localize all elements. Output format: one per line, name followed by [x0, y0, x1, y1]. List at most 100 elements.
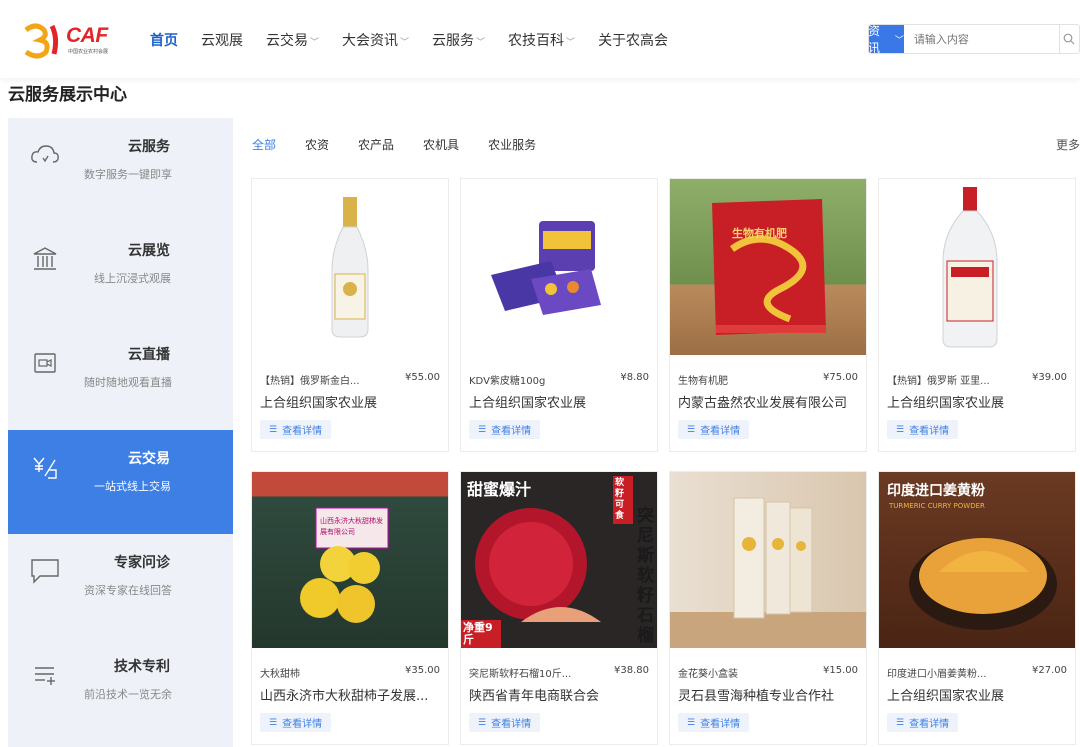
nav-item-home[interactable]: 首页	[150, 30, 178, 50]
list-add-icon	[28, 658, 62, 692]
sidebar-item-cloud-trade[interactable]: 云交易 一站式线上交易	[8, 430, 233, 534]
sidebar-item-title: 技术专利	[114, 659, 170, 675]
product-card[interactable]: 【热销】俄罗斯金白... ¥55.00 上合组织国家农业展 ☰ 查看详情	[251, 178, 449, 452]
product-price: ¥15.00	[823, 665, 858, 676]
product-image-title: 印度进口姜黄粉	[887, 483, 985, 499]
page-title: 云服务展示中心	[8, 85, 127, 105]
product-company: 山西永济市大秋甜柿子发展...	[260, 689, 429, 704]
product-image-text: 山西永济大秋甜柿发展有限公司	[320, 517, 383, 536]
site-header: CAF 中国农业农村会展 首页 云观展 云交易 ﹀ 大会资讯 ﹀ 云服务 ﹀ 农技百科…	[0, 0, 1080, 78]
more-link[interactable]: 更多	[1056, 136, 1080, 153]
search-category-select[interactable]: 资讯 ﹀	[869, 25, 904, 53]
list-icon: ☰	[269, 717, 278, 728]
view-details-button[interactable]: ☰ 查看详情	[260, 420, 332, 439]
search-box: 资讯 ﹀	[868, 24, 1080, 54]
museum-icon	[28, 242, 62, 276]
sidebar-item-cloud-service[interactable]: 云服务 数字服务一键即享	[8, 118, 233, 222]
product-name: 生物有机肥	[678, 376, 728, 387]
product-image-subtitle: TURMERIC CURRY POWDER	[889, 502, 985, 510]
chevron-down-icon: ﹀	[400, 38, 410, 48]
product-name: 【热销】俄罗斯 亚里...	[887, 376, 990, 387]
sidebar-item-cloud-live[interactable]: 云直播 随时随地观看直播	[8, 326, 233, 430]
view-details-button[interactable]: ☰ 查看详情	[469, 420, 541, 439]
product-card[interactable]: 山西永济大秋甜柿发展有限公司 大秋甜柿 ¥35.00 山西永济市大秋甜柿子发展.…	[251, 471, 449, 745]
nav-item-news[interactable]: 大会资讯 ﹀	[342, 30, 409, 50]
sidebar-item-desc: 一站式线上交易	[94, 480, 171, 493]
list-icon: ☰	[269, 424, 278, 435]
product-card[interactable]: 【热销】俄罗斯 亚里... ¥39.00 上合组织国家农业展 ☰ 查看详情	[878, 178, 1076, 452]
sidebar-item-patent[interactable]: 技术专利 前沿技术一览无余	[8, 638, 233, 742]
view-details-button[interactable]: ☰ 查看详情	[887, 713, 959, 732]
product-image	[461, 179, 657, 355]
list-icon: ☰	[896, 424, 905, 435]
logo-subtitle: 中国农业农村会展	[68, 49, 109, 55]
search-input[interactable]	[903, 25, 1059, 53]
sidebar-item-title: 云服务	[128, 139, 170, 155]
product-company: 内蒙古盎然农业发展有限公司	[678, 396, 848, 411]
sidebar-item-desc: 数字服务一键即享	[84, 168, 172, 181]
view-details-button[interactable]: ☰ 查看详情	[887, 420, 959, 439]
sidebar-item-desc: 随时随地观看直播	[84, 376, 172, 389]
sidebar-item-desc: 前沿技术一览无余	[84, 688, 172, 701]
product-card[interactable]: 印度进口姜黄粉 TURMERIC CURRY POWDER 印度进口小眉姜黄粉.…	[878, 471, 1076, 745]
product-price: ¥75.00	[823, 372, 858, 383]
list-icon: ☰	[478, 424, 487, 435]
nav-item-cloud-trade[interactable]: 云交易 ﹀	[266, 30, 319, 50]
tab-agri-supplies[interactable]: 农资	[305, 136, 329, 153]
product-company: 上合组织国家农业展	[887, 689, 1005, 704]
product-company: 灵石县雪海种植专业合作社	[678, 689, 835, 704]
product-image-title: 甜蜜爆汁	[467, 480, 532, 499]
sidebar-item-title: 云展览	[128, 243, 170, 259]
nav-item-cloud-service[interactable]: 云服务 ﹀	[432, 30, 485, 50]
view-details-button[interactable]: ☰ 查看详情	[469, 713, 541, 732]
list-icon: ☰	[687, 717, 696, 728]
product-card[interactable]: 生物有机肥 生物有机肥 ¥75.00 内蒙古盎然农业发展有限公司 ☰ 查看详情	[669, 178, 867, 452]
nav-item-about[interactable]: 关于农高会	[598, 30, 668, 50]
product-card[interactable]: 金花葵小盒装 ¥15.00 灵石县雪海种植专业合作社 ☰ 查看详情	[669, 471, 867, 745]
product-company: 上合组织国家农业展	[469, 396, 587, 411]
product-price: ¥8.80	[620, 372, 649, 383]
tab-agri-products[interactable]: 农产品	[358, 136, 394, 153]
product-price: ¥35.00	[405, 665, 440, 676]
logo-text: CAF	[66, 24, 108, 47]
tab-agri-services[interactable]: 农业服务	[488, 136, 536, 153]
nav-item-cloud-exhibition[interactable]: 云观展	[201, 30, 243, 50]
product-price: ¥39.00	[1032, 372, 1067, 383]
product-image-weight: 净重9斤	[463, 621, 493, 646]
search-button[interactable]	[1058, 25, 1079, 53]
search-icon	[1064, 33, 1075, 45]
sidebar-item-cloud-exhibition[interactable]: 云展览 线上沉浸式观展	[8, 222, 233, 326]
tab-all[interactable]: 全部	[252, 136, 276, 153]
sidebar-item-desc: 资深专家在线回答	[84, 584, 172, 597]
chevron-down-icon: ﹀	[476, 38, 486, 48]
list-icon: ☰	[687, 424, 696, 435]
trade-icon	[28, 450, 62, 484]
product-price: ¥55.00	[405, 372, 440, 383]
view-details-button[interactable]: ☰ 查看详情	[260, 713, 332, 732]
view-details-button[interactable]: ☰ 查看详情	[678, 713, 750, 732]
list-icon: ☰	[896, 717, 905, 728]
product-image: 印度进口姜黄粉 TURMERIC CURRY POWDER	[879, 472, 1075, 648]
chat-bubble-icon	[28, 554, 62, 588]
product-card[interactable]: 甜蜜爆汁 软籽可食 突尼斯软籽石榴 净重9斤 突尼斯软籽石榴10斤... ¥38…	[460, 471, 658, 745]
tab-agri-machinery[interactable]: 农机具	[423, 136, 459, 153]
product-name: KDV紫皮糖100g	[469, 376, 546, 387]
list-icon: ☰	[478, 717, 487, 728]
product-image	[879, 179, 1075, 355]
sidebar-item-expert-consult[interactable]: 专家问诊 资深专家在线回答	[8, 534, 233, 638]
sidebar-item-title: 云交易	[128, 451, 170, 467]
product-image	[670, 472, 866, 648]
product-card[interactable]: KDV紫皮糖100g ¥8.80 上合组织国家农业展 ☰ 查看详情	[460, 178, 658, 452]
view-details-button[interactable]: ☰ 查看详情	[678, 420, 750, 439]
product-name: 【热销】俄罗斯金白...	[260, 376, 360, 387]
product-image: 山西永济大秋甜柿发展有限公司	[252, 472, 448, 648]
product-image-tag: 软籽可食	[613, 476, 633, 524]
chevron-down-icon: ﹀	[894, 35, 904, 46]
product-company: 上合组织国家农业展	[260, 396, 378, 411]
product-company: 陕西省青年电商联合会	[469, 689, 600, 704]
product-price: ¥38.80	[614, 665, 649, 676]
product-name: 大秋甜柿	[260, 669, 300, 680]
sidebar-item-desc: 线上沉浸式观展	[94, 272, 171, 285]
site-logo[interactable]: CAF 中国农业农村会展	[22, 20, 117, 60]
nav-item-agri-wiki[interactable]: 农技百科 ﹀	[508, 30, 575, 50]
